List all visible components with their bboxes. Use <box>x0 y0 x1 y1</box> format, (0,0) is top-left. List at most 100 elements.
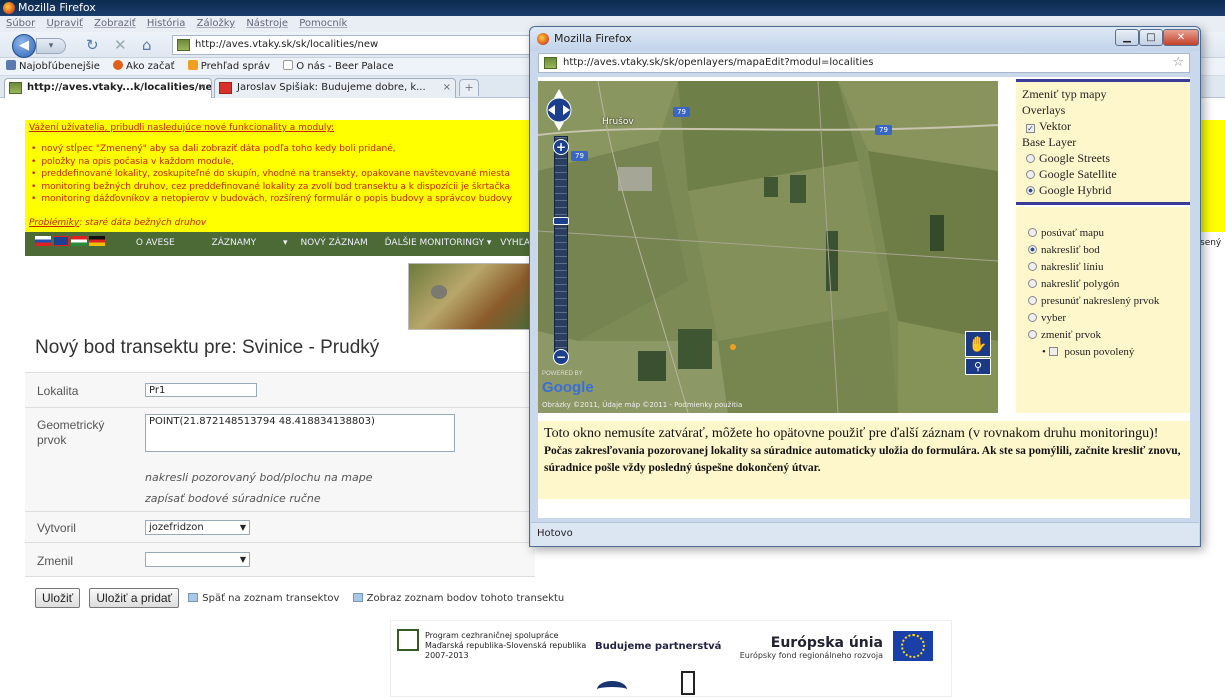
tab-localities-new[interactable]: http://aves.vtaky...k/localities/new × <box>4 78 212 98</box>
menu-view[interactable]: Zobraziť <box>94 18 136 29</box>
tab-spisiak[interactable]: Jaroslav Spišiak: Budujeme dobre, k... × <box>214 78 456 98</box>
bookmark-label: Prehľad správ <box>200 61 271 72</box>
close-icon: ✕ <box>1176 32 1186 43</box>
base-google-satellite[interactable]: Google Satellite <box>1022 166 1184 182</box>
radio-selected-icon[interactable] <box>1028 245 1037 254</box>
tab-close-icon[interactable]: × <box>443 79 451 97</box>
problems-text: : staré dáta bežných druhov <box>79 217 207 228</box>
menu-help[interactable]: Pomocník <box>299 18 347 29</box>
menu-file[interactable]: Súbor <box>6 18 35 29</box>
minimize-button[interactable]: ▁ <box>1115 29 1139 46</box>
menu-bookmarks[interactable]: Záložky <box>197 18 235 29</box>
reload-icon[interactable]: ↻ <box>86 36 99 54</box>
problems-link[interactable]: Problémiky <box>29 218 79 228</box>
satellite-map[interactable]: Hrušov 79 79 79 + − ✋ ⚲ POWERED BY Googl… <box>538 81 998 413</box>
radio-icon[interactable] <box>1028 228 1037 237</box>
tool-modify-feature[interactable]: zmeniť prvok <box>1028 327 1184 344</box>
tool-draw-polygon[interactable]: nakresliť polygón <box>1028 276 1184 293</box>
checkbox-checked-icon[interactable]: ✓ <box>1026 124 1035 133</box>
geom-textarea[interactable]: POINT(21.872148513794 48.418834138803) <box>145 414 455 452</box>
pan-control[interactable] <box>545 87 573 133</box>
tool-select[interactable]: vyber <box>1028 310 1184 327</box>
flag-en-icon[interactable] <box>53 236 69 246</box>
radio-icon[interactable] <box>1028 330 1037 339</box>
zoom-out-icon[interactable]: − <box>553 349 569 365</box>
site-banner-image <box>408 263 532 330</box>
popup-title: Mozilla Firefox <box>554 32 632 45</box>
menu-history[interactable]: História <box>147 18 186 29</box>
program-line: Program cezhraničnej spolupráce <box>425 631 559 640</box>
zoom-in-icon[interactable]: + <box>553 139 569 155</box>
checkbox-icon[interactable] <box>1048 347 1058 356</box>
partnership-text: Budujeme partnerstvá <box>595 641 722 652</box>
nav-more-monitorings[interactable]: ĎALŠIE MONITORINGY <box>385 238 484 248</box>
bookmark-most-visited[interactable]: Najobľúbenejšie <box>6 60 100 72</box>
tool-move-feature[interactable]: presunúť nakreslený prvok <box>1028 293 1184 310</box>
lokalita-input[interactable]: Pr1 <box>145 383 257 397</box>
bookmark-news[interactable]: Prehľad správ <box>187 60 271 72</box>
tool-pan[interactable]: posúvať mapu <box>1028 225 1184 242</box>
tab-close-icon[interactable]: × <box>199 79 207 97</box>
radio-icon[interactable] <box>1028 279 1037 288</box>
nav-records[interactable]: ZÁZNAMY <box>212 238 257 248</box>
flag-de-icon[interactable] <box>89 236 105 246</box>
transect-point-form: Lokalita Pr1 Geometrický prvok POINT(21.… <box>25 372 535 577</box>
tab-label: Jaroslav Spišiak: Budujeme dobre, k... <box>237 82 426 93</box>
tool-draw-point[interactable]: nakresliť bod <box>1028 242 1184 259</box>
vytvoril-value: jozefridzon <box>149 522 204 533</box>
manual-coordinates-link[interactable]: zapísať bodové súradnice ručne <box>145 492 321 505</box>
radio-icon[interactable] <box>1026 154 1035 163</box>
red-s-favicon-icon <box>219 82 232 94</box>
radio-icon[interactable] <box>1028 262 1037 271</box>
map-copyright[interactable]: Obrázky ©2011, Údaje máp ©2011 - Podmien… <box>542 401 742 409</box>
list-icon <box>188 592 199 602</box>
new-tab-button[interactable]: + <box>459 79 479 96</box>
radio-icon[interactable] <box>1028 313 1037 322</box>
save-and-add-button[interactable]: Uložiť a pridať <box>89 588 180 608</box>
bookmark-beer-palace[interactable]: O nás - Beer Palace <box>283 60 394 72</box>
radio-icon[interactable] <box>1026 170 1035 179</box>
site-favicon-icon <box>177 39 190 51</box>
zmenil-select[interactable]: ▼ <box>145 552 250 567</box>
firefox-icon <box>537 33 549 45</box>
draw-on-map-link[interactable]: nakresli pozorovaný bod/plochu na mape <box>145 471 372 484</box>
move-allowed-option[interactable]: • posun povolený <box>1028 344 1184 361</box>
bookmark-star-icon[interactable]: ☆ <box>1172 54 1184 72</box>
maximize-button[interactable]: □ <box>1139 29 1163 46</box>
forward-button[interactable]: ▾ <box>36 38 66 54</box>
zoom-box-icon[interactable]: ⚲ <box>965 358 991 375</box>
vytvoril-select[interactable]: jozefridzon ▼ <box>145 520 250 535</box>
layer-switcher-header[interactable]: Zmeniť typ mapy <box>1022 86 1184 102</box>
select-arrow-icon: ▼ <box>239 523 246 532</box>
address-bar[interactable]: http://aves.vtaky.sk/sk/localities/new <box>172 35 532 55</box>
base-google-streets[interactable]: Google Streets <box>1022 150 1184 166</box>
language-flags <box>35 236 110 248</box>
nav-new-record[interactable]: NOVÝ ZÁZNAM <box>300 238 367 248</box>
popup-titlebar[interactable]: Mozilla Firefox ▁ □ ✕ <box>530 27 1200 51</box>
radio-selected-icon[interactable] <box>1026 186 1035 195</box>
close-button[interactable]: ✕ <box>1163 29 1199 46</box>
base-google-hybrid[interactable]: Google Hybrid <box>1022 182 1184 198</box>
radio-icon[interactable] <box>1028 296 1037 305</box>
tool-label: nakresliť bod <box>1041 244 1100 256</box>
bookmark-getting-started[interactable]: Ako začať <box>113 60 175 72</box>
zoom-slider-handle[interactable] <box>553 217 569 225</box>
popup-address-bar[interactable]: http://aves.vtaky.sk/sk/openlayers/mapaE… <box>538 53 1190 73</box>
home-icon[interactable]: ⌂ <box>142 36 152 54</box>
back-button[interactable]: ◀ <box>12 34 36 58</box>
overlay-vektor[interactable]: ✓ Vektor <box>1022 118 1184 134</box>
tool-label: presunúť nakreslený prvok <box>1041 295 1160 307</box>
nav-about[interactable]: O AVESE <box>136 238 175 248</box>
zoom-slider-track[interactable] <box>554 136 568 358</box>
stop-icon[interactable]: ✕ <box>114 36 127 54</box>
pan-hand-icon[interactable]: ✋ <box>965 331 991 357</box>
flag-sk-icon[interactable] <box>35 236 51 246</box>
menu-tools[interactable]: Nástroje <box>246 18 288 29</box>
menu-edit[interactable]: Upraviť <box>46 18 83 29</box>
back-to-transects-link[interactable]: Späť na zoznam transektov <box>188 592 339 604</box>
save-button[interactable]: Uložiť <box>35 588 81 608</box>
select-arrow-icon: ▼ <box>239 555 246 564</box>
tool-draw-line[interactable]: nakresliť líniu <box>1028 259 1184 276</box>
flag-hu-icon[interactable] <box>71 236 87 246</box>
show-points-link[interactable]: Zobraz zoznam bodov tohoto transektu <box>352 592 564 604</box>
